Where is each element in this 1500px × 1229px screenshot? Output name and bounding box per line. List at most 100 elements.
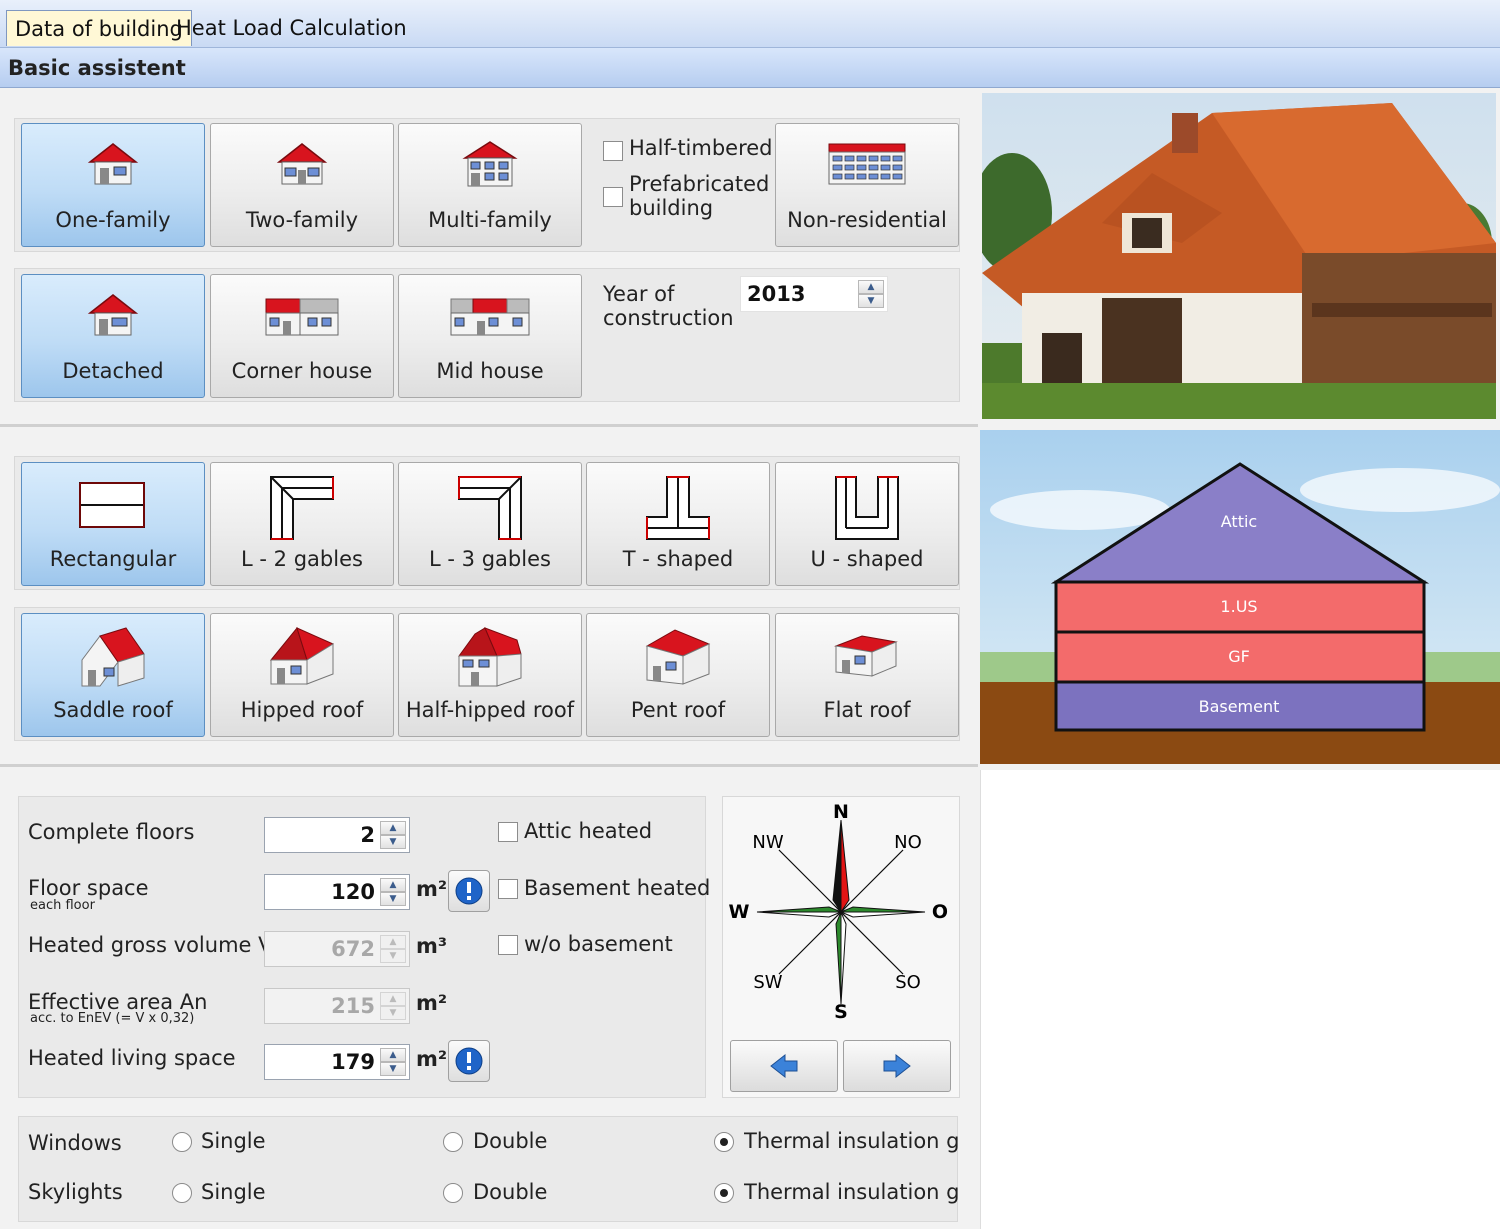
two-family-label: Two-family bbox=[245, 208, 359, 232]
t-shaped-button[interactable]: T - shaped bbox=[586, 462, 770, 586]
year-of-construction-spinner[interactable]: 2013 ▲ ▼ bbox=[740, 276, 888, 312]
windows-double-radio[interactable] bbox=[443, 1132, 463, 1152]
tab-heat-load-calculation[interactable]: Heat Load Calculation bbox=[168, 10, 415, 46]
rectangular-button[interactable]: Rectangular bbox=[21, 462, 205, 586]
basement-text: Basement bbox=[1199, 697, 1280, 716]
l-2-gables-shape-icon bbox=[270, 476, 334, 540]
info-icon bbox=[455, 877, 483, 905]
compass-w: W bbox=[729, 901, 750, 923]
half-hipped-roof-button[interactable]: Half-hipped roof bbox=[398, 613, 582, 737]
non-residential-building-icon bbox=[828, 143, 906, 185]
l-2-gables-button[interactable]: L - 2 gables bbox=[210, 462, 394, 586]
compass-so: SO bbox=[895, 972, 921, 993]
gross-volume-label: Heated gross volume V bbox=[28, 933, 273, 957]
t-shaped-shape-icon bbox=[646, 476, 710, 540]
floor-space-down-button[interactable]: ▼ bbox=[380, 892, 406, 906]
living-space-info-button[interactable] bbox=[448, 1040, 490, 1082]
gross-volume-spinner: 672 ▲ ▼ bbox=[264, 931, 410, 967]
floors-diagram: Attic 1.US GF Basement bbox=[980, 430, 1500, 764]
skylights-thermal-label: Thermal insulation glazir bbox=[744, 1180, 958, 1204]
two-family-house-icon bbox=[276, 143, 328, 185]
rotate-right-button[interactable] bbox=[843, 1040, 951, 1092]
arrow-left-icon bbox=[770, 1053, 798, 1079]
effective-area-sublabel: acc. to EnEV (= V x 0,32) bbox=[30, 1011, 195, 1026]
skylights-single-radio[interactable] bbox=[172, 1183, 192, 1203]
t-shaped-label: T - shaped bbox=[622, 547, 734, 571]
complete-floors-spinner[interactable]: 2 ▲ ▼ bbox=[264, 817, 410, 853]
wo-basement-label: w/o basement bbox=[524, 932, 673, 956]
floor-space-spinner[interactable]: 120 ▲ ▼ bbox=[264, 874, 410, 910]
l-3-gables-button[interactable]: L - 3 gables bbox=[398, 462, 582, 586]
section-divider-1 bbox=[0, 424, 978, 427]
half-hipped-roof-icon bbox=[458, 627, 522, 687]
compass-no: NO bbox=[894, 832, 922, 853]
l-2-gables-label: L - 2 gables bbox=[241, 547, 363, 571]
compass-s: S bbox=[834, 1001, 848, 1023]
floor-space-label: Floor space bbox=[28, 876, 149, 900]
pent-roof-button[interactable]: Pent roof bbox=[586, 613, 770, 737]
arrow-right-icon bbox=[883, 1053, 911, 1079]
year-down-button[interactable]: ▼ bbox=[858, 294, 884, 308]
attic-heated-label: Attic heated bbox=[524, 819, 653, 843]
living-space-unit: m² bbox=[416, 1047, 448, 1071]
floor-space-info-button[interactable] bbox=[448, 870, 490, 912]
skylights-single-label: Single bbox=[201, 1180, 266, 1204]
half-timbered-label: Half-timbered bbox=[629, 136, 773, 160]
windows-single-radio[interactable] bbox=[172, 1132, 192, 1152]
complete-floors-label: Complete floors bbox=[28, 820, 195, 844]
us1-text: 1.US bbox=[1220, 597, 1257, 616]
windows-double-label: Double bbox=[473, 1129, 548, 1153]
gross-volume-value: 672 bbox=[331, 937, 375, 961]
complete-floors-value: 2 bbox=[360, 823, 375, 847]
half-timbered-checkbox[interactable] bbox=[603, 141, 623, 161]
u-shaped-button[interactable]: U - shaped bbox=[775, 462, 959, 586]
saddle-roof-label: Saddle roof bbox=[53, 698, 173, 722]
complete-floors-up-button[interactable]: ▲ bbox=[380, 821, 406, 835]
multi-family-button[interactable]: Multi-family bbox=[398, 123, 582, 247]
year-label-2: construction bbox=[603, 306, 734, 330]
year-value: 2013 bbox=[747, 282, 806, 306]
u-shaped-label: U - shaped bbox=[810, 547, 924, 571]
tab-data-of-building[interactable]: Data of building bbox=[6, 10, 192, 46]
living-space-up-button[interactable]: ▲ bbox=[380, 1048, 406, 1062]
saddle-roof-button[interactable]: Saddle roof bbox=[21, 613, 205, 737]
non-residential-button[interactable]: Non-residential bbox=[775, 123, 959, 247]
right-empty-panel bbox=[980, 770, 1500, 1229]
gross-volume-up-button: ▲ bbox=[380, 935, 406, 949]
mid-house-button[interactable]: Mid house bbox=[398, 274, 582, 398]
building-photo bbox=[982, 93, 1496, 419]
windows-single-label: Single bbox=[201, 1129, 266, 1153]
skylights-double-radio[interactable] bbox=[443, 1183, 463, 1203]
floor-space-up-button[interactable]: ▲ bbox=[380, 878, 406, 892]
complete-floors-down-button[interactable]: ▼ bbox=[380, 835, 406, 849]
detached-button[interactable]: Detached bbox=[21, 274, 205, 398]
living-space-label: Heated living space bbox=[28, 1046, 236, 1070]
attic-heated-checkbox[interactable] bbox=[498, 822, 518, 842]
detached-house-icon bbox=[87, 294, 139, 336]
two-family-button[interactable]: Two-family bbox=[210, 123, 394, 247]
wo-basement-checkbox[interactable] bbox=[498, 935, 518, 955]
half-hipped-roof-label: Half-hipped roof bbox=[405, 698, 575, 722]
living-space-spinner[interactable]: 179 ▲ ▼ bbox=[264, 1044, 410, 1080]
effective-area-down-button: ▼ bbox=[380, 1006, 406, 1020]
hipped-roof-button[interactable]: Hipped roof bbox=[210, 613, 394, 737]
one-family-button[interactable]: One-family bbox=[21, 123, 205, 247]
section-divider-2 bbox=[0, 764, 978, 767]
windows-thermal-radio[interactable] bbox=[714, 1132, 734, 1152]
flat-roof-button[interactable]: Flat roof bbox=[775, 613, 959, 737]
compass-sw: SW bbox=[753, 972, 782, 993]
corner-house-button[interactable]: Corner house bbox=[210, 274, 394, 398]
year-up-button[interactable]: ▲ bbox=[858, 280, 884, 294]
living-space-down-button[interactable]: ▼ bbox=[380, 1062, 406, 1076]
pent-roof-icon bbox=[645, 629, 711, 685]
rotate-left-button[interactable] bbox=[730, 1040, 838, 1092]
prefabricated-checkbox[interactable] bbox=[603, 187, 623, 207]
windows-label: Windows bbox=[28, 1131, 122, 1155]
skylights-thermal-radio[interactable] bbox=[714, 1183, 734, 1203]
rectangular-label: Rectangular bbox=[49, 547, 177, 571]
basement-heated-label: Basement heated bbox=[524, 876, 711, 900]
mid-house-label: Mid house bbox=[436, 359, 544, 383]
mid-house-icon bbox=[450, 298, 530, 336]
basement-heated-checkbox[interactable] bbox=[498, 879, 518, 899]
effective-area-value: 215 bbox=[331, 994, 375, 1018]
